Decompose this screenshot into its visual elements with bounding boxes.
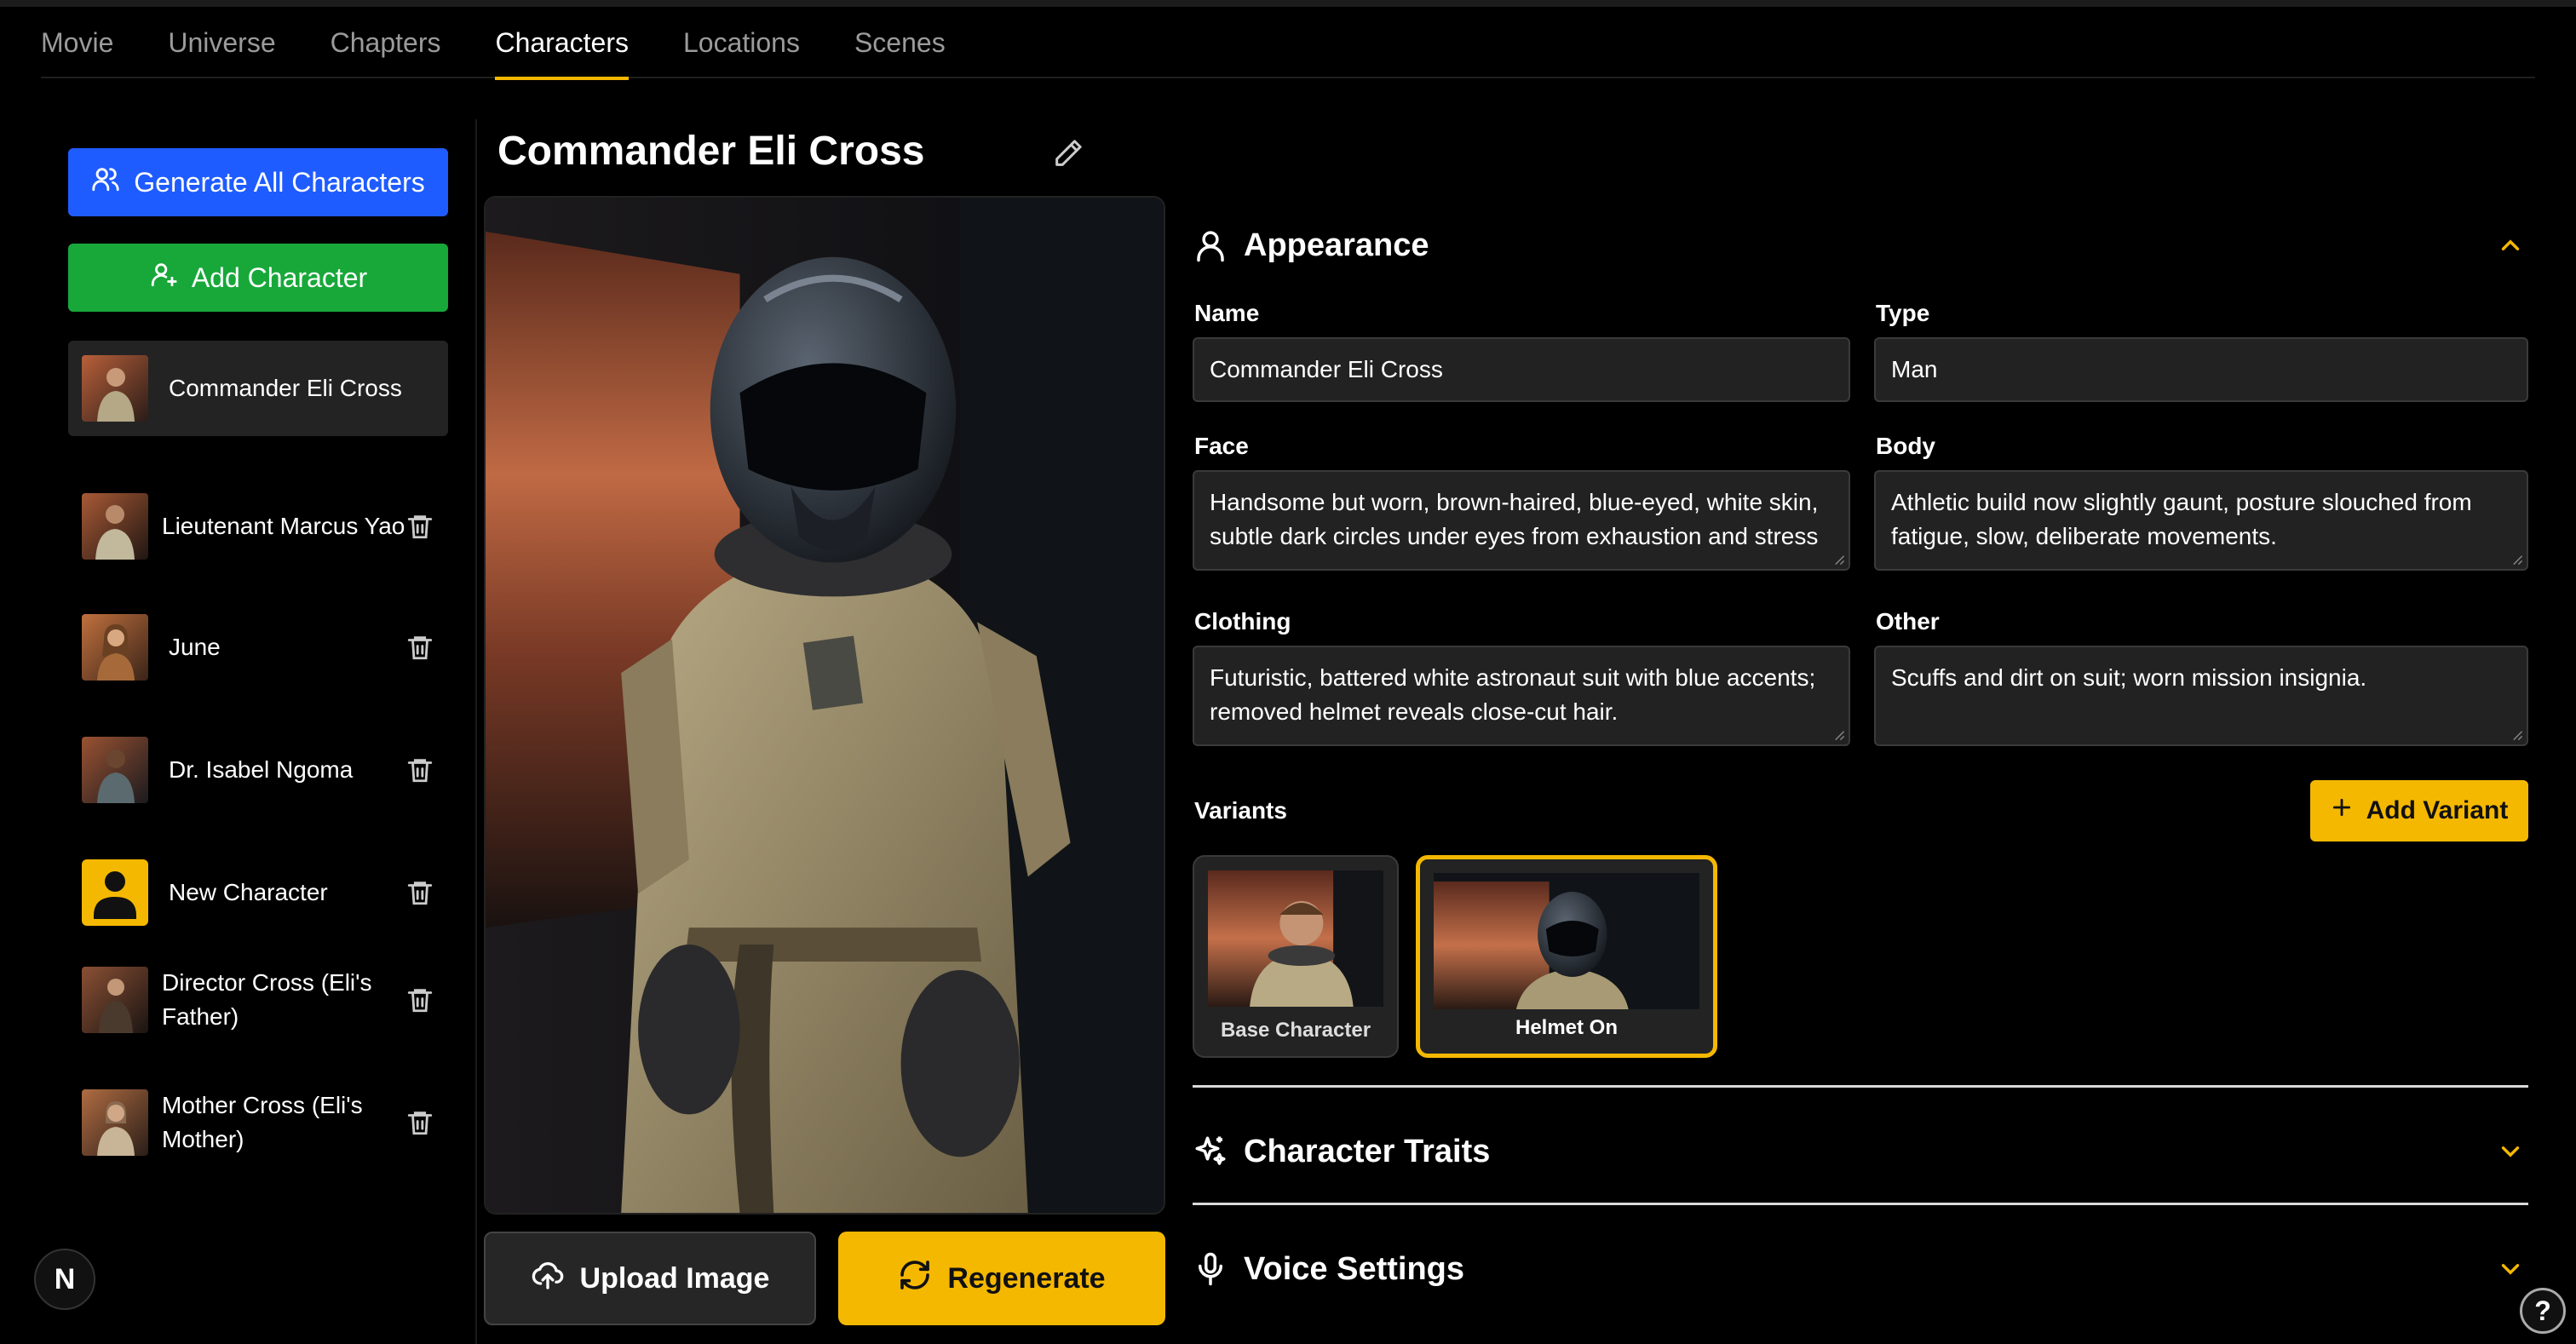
character-item-dr-isabel-ngoma[interactable]: Dr. Isabel Ngoma [68, 722, 448, 818]
variants-label: Variants [1194, 797, 1287, 824]
body-label: Body [1876, 433, 1935, 459]
character-name: Director Cross (Eli's Father) [162, 969, 372, 1030]
main-tabs: Movie Universe Chapters Characters Locat… [41, 7, 2535, 80]
character-item-mother-cross[interactable]: Mother Cross (Eli's Mother) [68, 1075, 448, 1170]
character-name: Mother Cross (Eli's Mother) [162, 1092, 363, 1152]
placeholder-avatar-icon [82, 859, 148, 926]
appearance-title: Appearance [1244, 227, 1429, 263]
character-name: June [169, 634, 221, 660]
clothing-label: Clothing [1194, 608, 1291, 635]
avatar [82, 967, 148, 1033]
app-logo[interactable]: N [34, 1249, 95, 1310]
type-label: Type [1876, 300, 1930, 326]
body-textarea[interactable]: Athletic build now slightly gaunt, postu… [1874, 470, 2528, 571]
trash-icon[interactable] [405, 512, 434, 541]
face-label: Face [1194, 433, 1249, 459]
pencil-icon[interactable] [1051, 136, 1085, 170]
body-text: Athletic build now slightly gaunt, postu… [1891, 489, 2472, 549]
other-textarea[interactable]: Scuffs and dirt on suit; worn mission in… [1874, 646, 2528, 746]
tab-scenes[interactable]: Scenes [854, 7, 946, 78]
chevron-down-icon[interactable] [2496, 1255, 2525, 1284]
character-portrait-image [484, 196, 1165, 1215]
avatar [82, 614, 148, 681]
other-label: Other [1876, 608, 1940, 635]
character-name: New Character [169, 879, 328, 905]
regenerate-label: Regenerate [947, 1261, 1106, 1295]
clothing-text: Futuristic, battered white astronaut sui… [1210, 664, 1816, 725]
tab-movie[interactable]: Movie [41, 7, 113, 78]
face-text: Handsome but worn, brown-haired, blue-ey… [1210, 489, 1819, 549]
voice-settings-title: Voice Settings [1244, 1250, 1465, 1287]
regenerate-button[interactable]: Regenerate [838, 1232, 1165, 1325]
name-input[interactable]: Commander Eli Cross [1193, 337, 1850, 402]
face-textarea[interactable]: Handsome but worn, brown-haired, blue-ey… [1193, 470, 1850, 571]
variant-card-base-character[interactable]: Base Character [1193, 855, 1399, 1058]
microphone-icon [1193, 1251, 1228, 1287]
character-item-june[interactable]: June [68, 600, 448, 695]
cloud-upload-icon [531, 1258, 565, 1300]
character-item-lieutenant-marcus-yao[interactable]: Lieutenant Marcus Yao [68, 479, 448, 574]
trash-icon[interactable] [405, 755, 434, 784]
add-character-label: Add Character [191, 261, 368, 293]
tab-universe[interactable]: Universe [168, 7, 275, 78]
upload-label: Upload Image [579, 1261, 770, 1295]
variant-label: Helmet On [1515, 1016, 1619, 1039]
character-name: Dr. Isabel Ngoma [169, 756, 354, 783]
variant-label: Base Character [1220, 1019, 1371, 1042]
tab-locations[interactable]: Locations [683, 7, 800, 78]
add-variant-button[interactable]: Add Variant [2310, 780, 2528, 841]
character-name: Commander Eli Cross [169, 375, 402, 401]
tab-characters[interactable]: Characters [495, 7, 629, 80]
generate-all-label: Generate All Characters [134, 166, 425, 198]
other-text: Scuffs and dirt on suit; worn mission in… [1891, 664, 2367, 691]
character-name: Lieutenant Marcus Yao [162, 513, 405, 539]
sparkles-icon [1193, 1134, 1228, 1169]
add-variant-label: Add Variant [2366, 796, 2509, 824]
trash-icon[interactable] [405, 878, 434, 907]
avatar [82, 493, 148, 560]
name-label: Name [1194, 300, 1260, 326]
generate-all-characters-button[interactable]: Generate All Characters [68, 148, 448, 216]
variant-card-helmet-on[interactable]: Helmet On [1416, 855, 1717, 1058]
upload-image-button[interactable]: Upload Image [484, 1232, 816, 1325]
avatar [82, 737, 148, 803]
tab-chapters[interactable]: Chapters [331, 7, 441, 78]
voice-settings-section-header[interactable]: Voice Settings [1193, 1243, 2528, 1295]
variant-thumbnail [1434, 873, 1699, 1009]
add-character-button[interactable]: Add Character [68, 244, 448, 312]
character-item-commander-eli-cross[interactable]: Commander Eli Cross [68, 341, 448, 436]
trash-icon[interactable] [405, 633, 434, 662]
character-item-new-character[interactable]: New Character [68, 845, 448, 940]
sidebar-divider [475, 119, 477, 1344]
character-traits-title: Character Traits [1244, 1133, 1491, 1169]
top-border [0, 0, 2576, 7]
variant-thumbnail [1208, 870, 1383, 1007]
users-icon [91, 164, 120, 200]
refresh-icon [898, 1258, 932, 1300]
avatar [82, 355, 148, 422]
user-plus-icon [149, 260, 178, 296]
type-input[interactable]: Man [1874, 337, 2528, 402]
character-title: Commander Eli Cross [497, 129, 925, 174]
character-traits-section-header[interactable]: Character Traits [1193, 1126, 2528, 1177]
clothing-textarea[interactable]: Futuristic, battered white astronaut sui… [1193, 646, 1850, 746]
plus-icon [2331, 796, 2353, 825]
chevron-down-icon[interactable] [2496, 1137, 2525, 1166]
user-icon [1193, 227, 1228, 263]
section-divider [1193, 1203, 2528, 1205]
chevron-up-icon[interactable] [2496, 231, 2525, 260]
help-button[interactable]: ? [2520, 1288, 2566, 1334]
avatar [82, 1089, 148, 1156]
section-divider [1193, 1085, 2528, 1088]
character-item-director-cross[interactable]: Director Cross (Eli's Father) [68, 952, 448, 1048]
appearance-section-header[interactable]: Appearance [1193, 220, 2528, 271]
trash-icon[interactable] [405, 1108, 434, 1137]
trash-icon[interactable] [405, 985, 434, 1014]
